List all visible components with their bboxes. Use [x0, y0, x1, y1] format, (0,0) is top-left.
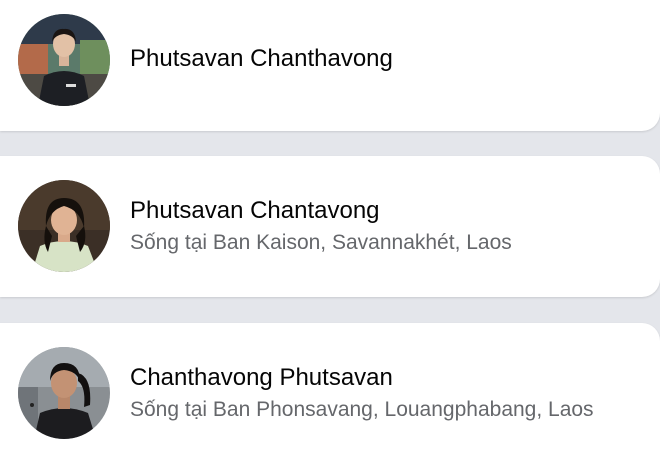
profile-photo-icon: [18, 14, 110, 106]
profile-name[interactable]: Phutsavan Chantavong: [130, 196, 650, 226]
profile-location: Sống tại Ban Phonsavang, Louangphabang, …: [130, 398, 594, 421]
avatar[interactable]: [18, 347, 110, 439]
profile-name[interactable]: Phutsavan Chanthavong: [130, 44, 650, 74]
result-text: Chanthavong Phutsavan Sống tại Ban Phons…: [130, 363, 650, 424]
avatar[interactable]: [18, 14, 110, 106]
profile-location: Sống tại Ban Kaison, Savannakhét, Laos: [130, 231, 512, 254]
profile-name[interactable]: Chanthavong Phutsavan: [130, 363, 650, 393]
search-result-2[interactable]: Phutsavan Chantavong Sống tại Ban Kaison…: [0, 156, 660, 297]
result-text: Phutsavan Chantavong Sống tại Ban Kaison…: [130, 196, 650, 257]
profile-photo-icon: [18, 180, 110, 272]
search-result-1[interactable]: Phutsavan Chanthavong: [0, 0, 660, 131]
result-text: Phutsavan Chanthavong: [130, 44, 650, 74]
avatar[interactable]: [18, 180, 110, 272]
search-result-3[interactable]: Chanthavong Phutsavan Sống tại Ban Phons…: [0, 323, 660, 473]
profile-photo-icon: [18, 347, 110, 439]
